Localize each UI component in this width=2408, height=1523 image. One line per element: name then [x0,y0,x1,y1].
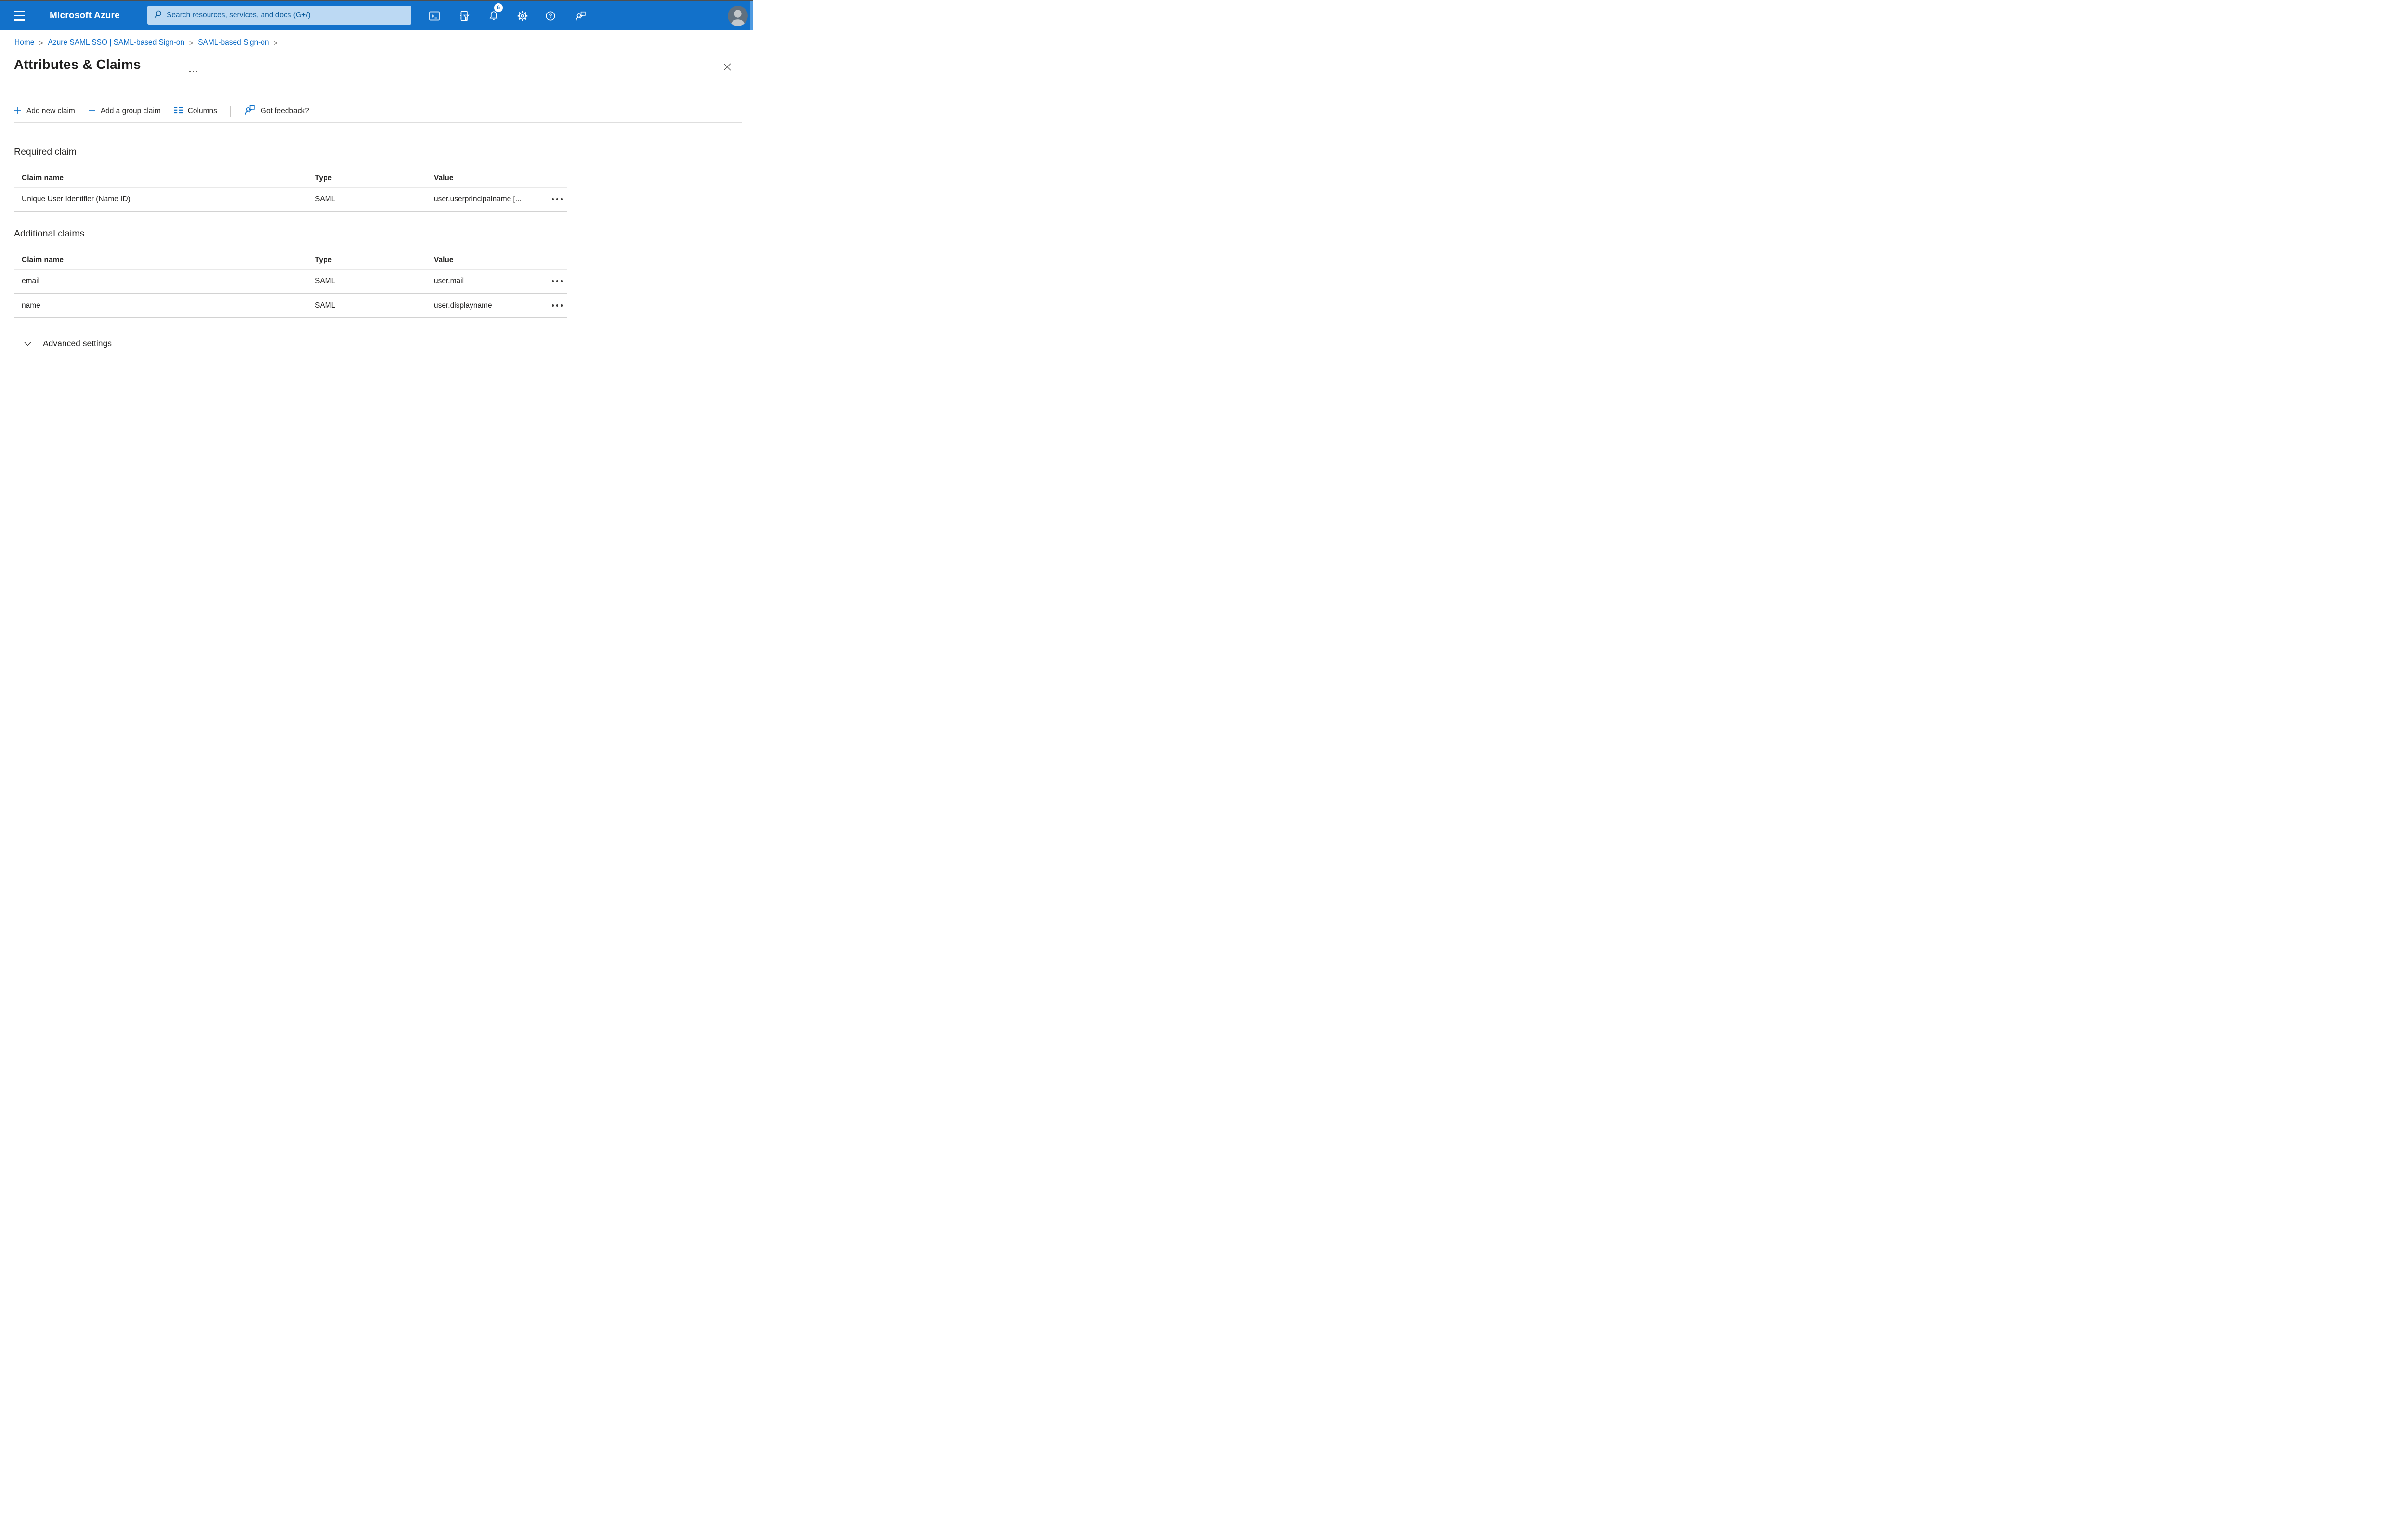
type-cell: SAML [315,277,336,285]
breadcrumb-home-link[interactable]: Home [14,39,34,47]
plus-icon [14,106,22,117]
page-title: Attributes & Claims [14,57,141,72]
title-overflow-ellipsis-icon[interactable] [187,69,199,74]
advanced-settings-label: Advanced settings [43,339,112,348]
value-cell: user.mail [434,277,464,285]
add-new-claim-button[interactable]: Add new claim [14,106,75,117]
command-bar-divider [14,122,742,123]
cloud-shell-button[interactable] [425,6,444,26]
table-header-row: Claim name Type Value [14,251,567,269]
table-row[interactable]: Unique User Identifier (Name ID) SAML us… [14,188,567,211]
breadcrumb-separator: > [189,39,194,47]
value-cell: user.userprincipalname [... [434,195,522,203]
columns-label: Columns [187,107,217,115]
breadcrumb-separator: > [39,39,43,47]
plus-icon [88,106,96,117]
columns-button[interactable]: Columns [173,107,217,116]
required-claim-table: Claim name Type Value Unique User Identi… [14,170,567,212]
claim-name-cell: Unique User Identifier (Name ID) [22,195,131,203]
table-row-divider [14,211,567,212]
toolbar-separator [230,106,231,117]
filter-notifications-button[interactable] [455,6,474,26]
table-row[interactable]: email SAML user.mail [14,270,567,293]
add-group-claim-label: Add a group claim [100,107,161,115]
add-new-claim-label: Add new claim [26,107,75,115]
columns-icon [173,107,183,116]
claim-name-cell: name [22,301,40,310]
col-claim-name: Claim name [22,256,64,264]
feedback-button[interactable] [571,6,590,26]
feedback-icon [244,104,256,118]
col-value: Value [434,174,454,182]
add-group-claim-button[interactable]: Add a group claim [88,106,161,117]
notification-count-badge: 6 [494,3,503,12]
global-search[interactable] [147,6,411,25]
row-menu-button[interactable] [550,277,565,285]
required-claim-heading: Required claim [14,146,77,157]
account-avatar[interactable] [728,6,748,26]
row-menu-button[interactable] [550,196,565,203]
breadcrumb-app-link[interactable]: Azure SAML SSO | SAML-based Sign-on [48,39,184,47]
additional-claims-table: Claim name Type Value email SAML user.ma… [14,251,567,318]
close-blade-button[interactable] [721,61,733,73]
breadcrumb-separator: > [274,39,278,47]
brand-title[interactable]: Microsoft Azure [50,1,120,30]
type-cell: SAML [315,301,336,310]
col-value: Value [434,256,454,264]
hamburger-menu-button[interactable] [14,11,25,21]
command-bar: Add new claim Add a group claim Columns [14,102,309,120]
row-menu-button[interactable] [550,302,565,309]
chevron-down-icon [24,339,31,349]
table-row-divider [14,317,567,318]
col-type: Type [315,256,332,264]
type-cell: SAML [315,195,336,203]
azure-portal-window: Microsoft Azure Search resources, servic… [0,0,753,381]
got-feedback-button[interactable]: Got feedback? [244,104,309,118]
claim-name-cell: email [22,277,40,285]
additional-claims-heading: Additional claims [14,228,85,239]
search-input[interactable] [167,11,406,20]
table-row[interactable]: name SAML user.displayname [14,294,567,317]
breadcrumb: Home > Azure SAML SSO | SAML-based Sign-… [14,39,283,47]
search-icon [153,10,162,21]
advanced-settings-expander[interactable]: Advanced settings [24,339,112,349]
col-claim-name: Claim name [22,174,64,182]
azure-top-bar: Microsoft Azure Search resources, servic… [0,1,753,30]
got-feedback-label: Got feedback? [260,107,309,115]
col-type: Type [315,174,332,182]
value-cell: user.displayname [434,301,492,310]
breadcrumb-signon-link[interactable]: SAML-based Sign-on [198,39,269,47]
svg-text:?: ? [549,13,552,19]
table-header-row: Claim name Type Value [14,170,567,187]
header-scrollbar-strip [750,1,753,30]
settings-gear-button[interactable] [513,6,532,26]
help-button[interactable]: ? [541,6,560,26]
